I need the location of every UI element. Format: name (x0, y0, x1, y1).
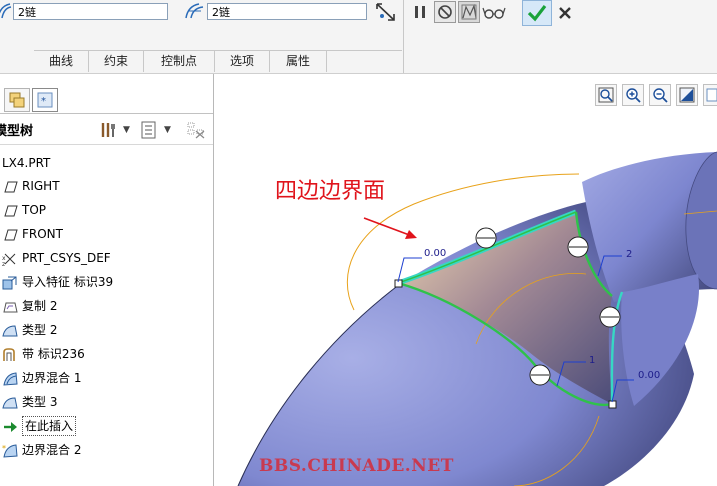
boundary-blend-icon (2, 371, 18, 386)
insert-here-arrow-icon (2, 419, 18, 433)
favorites-star-icon: * (37, 92, 53, 108)
boundary-blend-active-icon: * (2, 443, 18, 458)
layers-icon (9, 92, 25, 108)
tab-constraints[interactable]: 约束 (89, 51, 144, 72)
tree-item-label: PRT_CSYS_DEF (22, 251, 111, 265)
folder-browser-tab[interactable] (4, 88, 30, 112)
svg-text:*: * (41, 96, 46, 107)
attached-preview-icon[interactable] (458, 1, 480, 23)
import-feature-icon (2, 275, 18, 290)
tree-item-label: 导入特征 标识39 (22, 275, 114, 289)
surface-icon (2, 395, 18, 409)
tree-item[interactable]: 在此插入 (0, 415, 100, 437)
tree-item-label: TOP (22, 203, 47, 217)
value-label-top[interactable]: 0.00 (424, 248, 446, 259)
zoom-in-icon (626, 88, 641, 103)
tree-item-label: 边界混合 1 (22, 371, 82, 385)
chevron-down-icon[interactable]: ▼ (164, 125, 171, 135)
repaint-icon (679, 87, 695, 103)
model-tree-panel: * 模型树 ▼ ▼ LX4.PRT RIGHT TOP FRONT x z PRT_CSYS… (0, 74, 214, 486)
chevron-down-icon[interactable]: ▼ (123, 125, 130, 135)
pause-icon[interactable] (410, 2, 430, 22)
chain-number-label: 1 (589, 355, 596, 366)
tree-item-label: 类型 2 (22, 323, 58, 337)
annotation-arrow (363, 217, 413, 237)
ribbon-icon (2, 347, 18, 361)
tab-options[interactable]: 选项 (215, 51, 270, 72)
tree-item-label: 类型 3 (22, 395, 58, 409)
zoom-in-button[interactable] (622, 84, 644, 106)
divider (0, 144, 213, 145)
boundary-blend-dashboard: 2链 2链 曲线 约束 控制点 选项 属性 (0, 0, 717, 74)
saved-view-icon (706, 88, 717, 102)
show-list-icon[interactable] (138, 119, 160, 141)
divider (0, 113, 213, 114)
zoom-out-button[interactable] (649, 84, 671, 106)
first-direction-chain-field[interactable]: 2链 (13, 3, 168, 20)
tree-item-label: 复制 2 (22, 299, 58, 313)
pull-direction-icon[interactable] (374, 1, 398, 23)
value-label-right[interactable]: 0.00 (638, 370, 660, 381)
separator (403, 0, 404, 73)
model-tree-tab[interactable]: * (32, 88, 58, 112)
annotation-text: 四边边界面 (275, 179, 386, 204)
first-direction-icon[interactable] (0, 2, 12, 20)
cancel-x-icon[interactable] (555, 3, 575, 23)
watermark-text: BBS.CHINADE.NET (259, 456, 454, 476)
ok-check-icon[interactable] (522, 0, 552, 26)
model-tree-title: 模型树 (0, 124, 34, 139)
refit-zoom-button[interactable] (595, 84, 617, 106)
datum-plane-icon (2, 203, 18, 217)
repaint-button[interactable] (676, 84, 698, 106)
tree-filter-icon[interactable] (185, 119, 207, 141)
tab-properties[interactable]: 属性 (270, 51, 327, 72)
tree-item-label: 边界混合 2 (22, 443, 82, 457)
surface-icon (2, 323, 18, 337)
tree-item-label: LX4.PRT (2, 156, 51, 170)
settings-tools-icon[interactable] (97, 119, 119, 141)
verify-glasses-icon[interactable] (482, 2, 506, 22)
coordinate-system-icon: xz (2, 251, 18, 268)
second-direction-chain-field[interactable]: 2链 (207, 3, 367, 20)
chain-number-label: 2 (626, 249, 633, 260)
tree-item-label: 带 标识236 (22, 347, 85, 361)
tree-item-label: 在此插入 (22, 416, 77, 436)
graphics-viewport[interactable]: 四边边界面 0.00 0.00 2 1 BBS.CHINADE.NET (214, 74, 717, 486)
tab-curves[interactable]: 曲线 (34, 51, 89, 72)
datum-plane-icon (2, 179, 18, 193)
saved-views-button[interactable] (703, 84, 717, 106)
svg-text:z: z (2, 261, 5, 266)
tab-control-points[interactable]: 控制点 (144, 51, 215, 72)
tree-item-label: RIGHT (22, 179, 60, 193)
model-graphics (237, 151, 717, 486)
copy-surface-icon (2, 299, 18, 313)
second-direction-icon[interactable] (183, 2, 205, 20)
no-preview-icon[interactable] (434, 1, 456, 23)
zoom-out-icon (653, 88, 668, 103)
datum-plane-icon (2, 227, 18, 241)
zoom-fit-icon (598, 87, 614, 103)
tree-item-label: FRONT (22, 227, 63, 241)
svg-text:*: * (2, 444, 6, 453)
